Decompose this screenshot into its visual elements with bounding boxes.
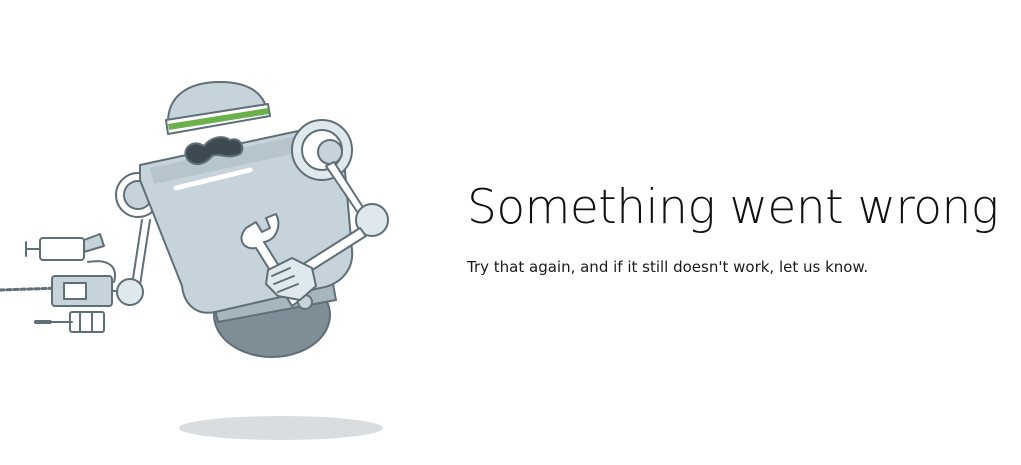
error-message: Something went wrong Try that again, and…	[467, 178, 1007, 276]
robot-shadow	[179, 416, 383, 440]
tool-rack-icon	[0, 233, 125, 333]
robot-illustration	[0, 81, 389, 440]
error-page: Something went wrong Try that again, and…	[0, 0, 1021, 465]
error-title: Something went wrong	[467, 180, 999, 235]
error-description: Try that again, and if it still doesn't …	[467, 258, 869, 276]
robot-hand-left	[116, 278, 144, 306]
